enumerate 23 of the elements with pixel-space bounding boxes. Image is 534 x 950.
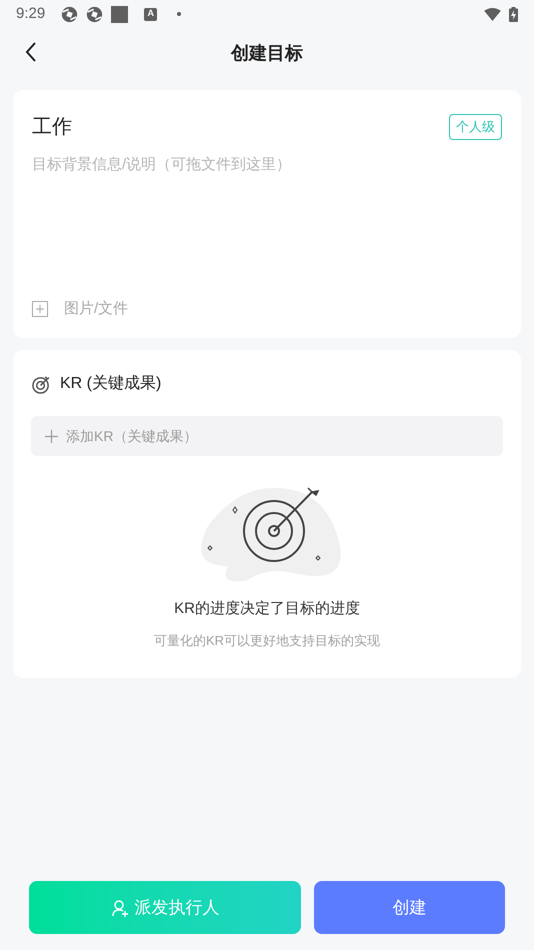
empty-state-subtitle: 可量化的KR可以更好地支持目标的实现 (152, 632, 382, 650)
level-tag[interactable]: 个人级 (449, 114, 502, 140)
add-box-icon (32, 300, 48, 317)
goal-title: 工作 (32, 115, 72, 140)
description-field[interactable]: 目标背景信息/说明（可拖文件到这里） (32, 154, 502, 298)
create-button[interactable]: 创建 (314, 881, 505, 934)
kr-section-title: KR (关键成果) (60, 374, 162, 394)
wifi-icon (484, 8, 501, 20)
aperture-icon (86, 6, 104, 22)
square-icon (111, 6, 128, 22)
target-icon (32, 374, 51, 394)
status-time: 9:29 (16, 4, 46, 24)
add-person-icon (110, 898, 128, 916)
goal-card[interactable]: 工作 个人级 目标背景信息/说明（可拖文件到这里） 图片/文件 (13, 90, 521, 338)
add-kr-button[interactable]: 添加KR（关键成果） (31, 416, 503, 456)
aperture-icon (61, 6, 78, 22)
battery-icon (509, 6, 518, 22)
attach-button[interactable]: 图片/文件 (32, 298, 128, 320)
app-badge-icon: A (144, 8, 158, 20)
page-title: 创建目标 (231, 42, 303, 64)
empty-state-title: KR的进度决定了目标的进度 (173, 599, 361, 619)
plus-icon (45, 430, 58, 442)
assign-executor-button[interactable]: 派发执行人 (29, 881, 301, 934)
